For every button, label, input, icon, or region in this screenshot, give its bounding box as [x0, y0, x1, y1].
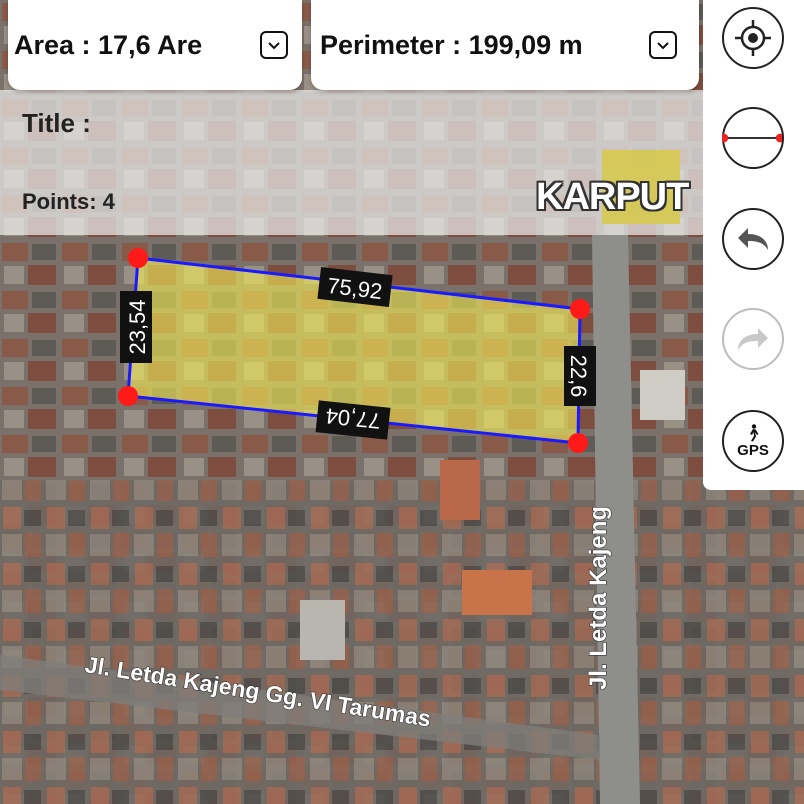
title-label: Title : — [22, 108, 91, 138]
area-card[interactable]: Area : 17,6 Are — [8, 0, 302, 90]
walking-person-icon — [750, 423, 759, 441]
gps-label: GPS — [737, 441, 769, 459]
measure-line-button[interactable] — [722, 107, 784, 169]
polygon-vertex[interactable] — [128, 248, 148, 268]
crosshair-icon — [735, 20, 771, 56]
brand-logo: KARPUT — [536, 176, 689, 218]
undo-icon — [738, 228, 768, 250]
chevron-down-icon — [657, 41, 669, 49]
undo-button[interactable] — [722, 208, 784, 270]
redo-button[interactable] — [722, 308, 784, 370]
perimeter-card[interactable]: Perimeter : 199,09 m — [311, 0, 699, 90]
side-length-left: 23,54 — [125, 299, 150, 354]
polygon-vertex[interactable] — [118, 386, 138, 406]
gps-button[interactable]: GPS — [722, 410, 784, 472]
area-value: Area : 17,6 Are — [14, 29, 203, 60]
street-label-vertical: Jl. Letda Kajeng — [585, 506, 612, 690]
area-unit-dropdown[interactable] — [260, 31, 288, 59]
locate-button[interactable] — [722, 7, 784, 69]
redo-icon — [738, 328, 768, 350]
chevron-down-icon — [268, 41, 280, 49]
side-length-right: 22,6 — [566, 355, 591, 398]
ruler-line-icon — [722, 133, 782, 143]
points-count: Points: 4 — [22, 189, 115, 214]
perimeter-unit-dropdown[interactable] — [649, 31, 677, 59]
polygon-vertex[interactable] — [570, 299, 590, 319]
polygon-vertex[interactable] — [568, 433, 588, 453]
perimeter-value: Perimeter : 199,09 m — [320, 29, 583, 60]
